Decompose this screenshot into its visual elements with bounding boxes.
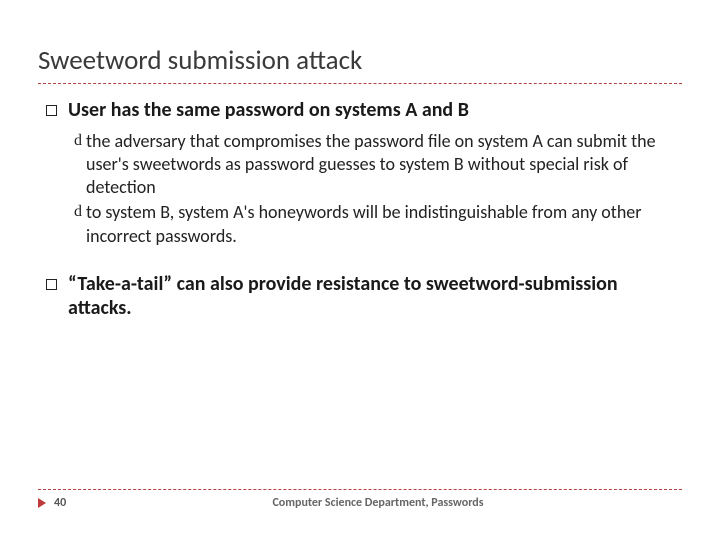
footer-text: Computer Science Department, Passwords: [98, 496, 658, 510]
slide-content: User has the same password on systems A …: [38, 98, 682, 320]
bullet-level2: d to system B, system A's honeywords wil…: [74, 201, 674, 247]
footer-divider: [38, 489, 682, 490]
spacer: [46, 250, 674, 272]
square-bullet-icon: [46, 272, 62, 296]
script-bullet-icon: d: [74, 130, 82, 152]
square-bullet-icon: [46, 98, 62, 122]
page-number: 40: [54, 496, 78, 510]
title-divider: [38, 83, 682, 84]
slide-footer: 40 Computer Science Department, Password…: [38, 489, 682, 510]
bullet-text: the adversary that compromises the passw…: [86, 130, 674, 199]
bullet-level1: “Take-a-tail” can also provide resistanc…: [46, 272, 674, 321]
slide-title: Sweetword submission attack: [38, 44, 682, 77]
triangle-icon: [38, 498, 46, 508]
bullet-text: User has the same password on systems A …: [68, 98, 674, 122]
bullet-text: “Take-a-tail” can also provide resistanc…: [68, 272, 674, 321]
bullet-level1: User has the same password on systems A …: [46, 98, 674, 122]
bullet-level2: d the adversary that compromises the pas…: [74, 130, 674, 199]
script-bullet-icon: d: [74, 201, 82, 223]
slide: Sweetword submission attack User has the…: [0, 0, 720, 540]
bullet-text: to system B, system A's honeywords will …: [86, 201, 674, 247]
footer-row: 40 Computer Science Department, Password…: [38, 496, 682, 510]
